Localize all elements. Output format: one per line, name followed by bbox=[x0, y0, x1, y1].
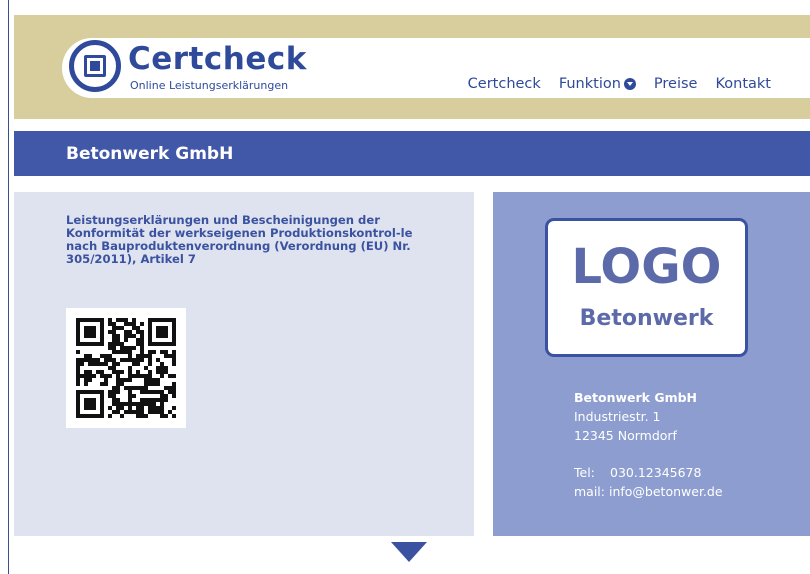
certcheck-logo-icon[interactable] bbox=[69, 40, 121, 92]
nav-item-kontakt[interactable]: Kontakt bbox=[715, 76, 771, 92]
phone-value[interactable]: 030.12345678 bbox=[610, 465, 701, 480]
qr-code[interactable] bbox=[66, 308, 186, 428]
brand-name[interactable]: Certcheck bbox=[128, 44, 307, 75]
nav-item-label: Kontakt bbox=[715, 76, 771, 92]
logo-word: LOGO bbox=[571, 239, 722, 295]
brand-tagline: Online Leistungserklärungen bbox=[130, 79, 289, 92]
phone-label: Tel: bbox=[574, 465, 595, 480]
nav-item-label: Preise bbox=[653, 76, 698, 92]
company-panel: LOGO Betonwerk Betonwerk GmbH Industries… bbox=[493, 192, 810, 536]
mail-value[interactable]: info@betonwer.de bbox=[609, 484, 723, 499]
main-nav: Certcheck Funktion Preise Kontakt bbox=[468, 76, 771, 92]
nav-item-label: Funktion bbox=[558, 76, 621, 92]
logo-subtitle: Betonwerk bbox=[579, 306, 714, 331]
company-phone: Tel: 030.12345678 bbox=[574, 463, 723, 482]
nav-item-label: Certcheck bbox=[467, 76, 541, 92]
company-logo: LOGO Betonwerk bbox=[545, 218, 748, 357]
company-mail: mail: info@betonwer.de bbox=[574, 482, 723, 501]
company-name: Betonwerk GmbH bbox=[574, 390, 698, 405]
scroll-down-arrow-icon[interactable] bbox=[391, 542, 427, 562]
company-city: 12345 Normdorf bbox=[574, 428, 677, 443]
declaration-text: Leistungserklärungen und Bescheinigungen… bbox=[66, 213, 413, 266]
nav-item-funktion[interactable]: Funktion bbox=[559, 76, 636, 92]
company-street: Industriestr. 1 bbox=[574, 409, 661, 424]
company-contact: Betonwerk GmbH Industriestr. 1 12345 Nor… bbox=[574, 388, 723, 501]
mail-label: mail: bbox=[574, 484, 605, 499]
declaration-panel: Leistungserklärungen und Bescheinigungen… bbox=[14, 192, 474, 536]
nav-item-preise[interactable]: Preise bbox=[654, 76, 698, 92]
qr-code-image bbox=[76, 318, 176, 418]
chevron-down-circle-icon bbox=[623, 78, 636, 90]
nav-item-certcheck[interactable]: Certcheck bbox=[468, 76, 541, 92]
page-title: Betonwerk GmbH bbox=[66, 144, 234, 164]
title-bar: Betonwerk GmbH bbox=[14, 131, 810, 176]
